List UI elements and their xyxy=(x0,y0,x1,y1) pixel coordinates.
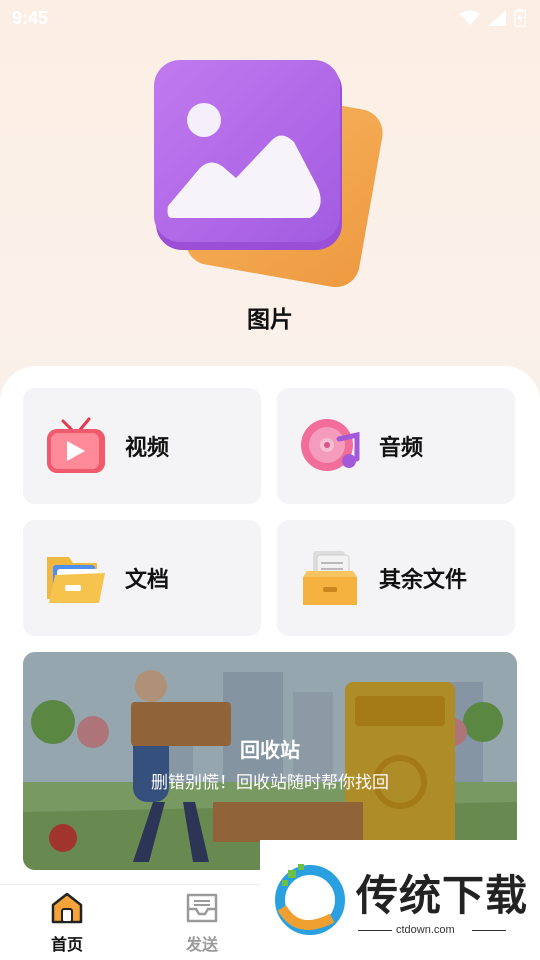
watermark-rule xyxy=(358,930,392,931)
recycle-bin-banner[interactable]: 回收站 删错别慌！回收站随时帮你找回 xyxy=(23,652,517,870)
battery-icon xyxy=(514,9,526,27)
tile-label: 其余文件 xyxy=(379,567,468,592)
hero-section[interactable]: 图片 xyxy=(0,50,540,350)
status-icons xyxy=(460,9,526,27)
tile-other-files[interactable]: 其余文件 xyxy=(277,520,515,636)
folder-icon xyxy=(47,557,105,603)
status-bar: 9:45 xyxy=(0,0,540,36)
status-time: 9:45 xyxy=(12,7,49,28)
tab-label: 发送 xyxy=(185,937,218,954)
tile-audio[interactable]: 音频 xyxy=(277,388,515,504)
watermark-url: ctdown.com xyxy=(396,924,455,936)
inbox-tray-icon xyxy=(186,893,218,923)
wifi-icon xyxy=(460,10,480,25)
tile-documents[interactable]: 文档 xyxy=(23,520,261,636)
picture-icon xyxy=(154,60,383,288)
tile-video[interactable]: 视频 xyxy=(23,388,261,504)
home-icon xyxy=(51,892,83,924)
watermark-logo xyxy=(275,864,345,935)
tab-label: 首页 xyxy=(50,937,83,954)
banner-subtitle: 删错别慌！回收站随时帮你找回 xyxy=(151,773,389,792)
watermark-rule xyxy=(472,930,506,931)
watermark-brand: 传统下载 xyxy=(356,871,529,920)
music-disc-icon xyxy=(301,419,360,471)
banner-title: 回收站 xyxy=(240,740,300,762)
file-box-icon xyxy=(303,551,357,605)
tv-play-icon xyxy=(47,417,105,473)
watermark: 传统下载 ctdown.com xyxy=(260,840,540,960)
tile-label: 音频 xyxy=(379,435,424,460)
tab-send[interactable]: 发送 xyxy=(142,885,262,960)
hero-title: 图片 xyxy=(247,306,293,332)
tab-home[interactable]: 首页 xyxy=(7,885,127,960)
tile-label: 视频 xyxy=(125,435,170,460)
cell-signal-icon xyxy=(488,10,506,26)
tile-label: 文档 xyxy=(125,567,170,592)
